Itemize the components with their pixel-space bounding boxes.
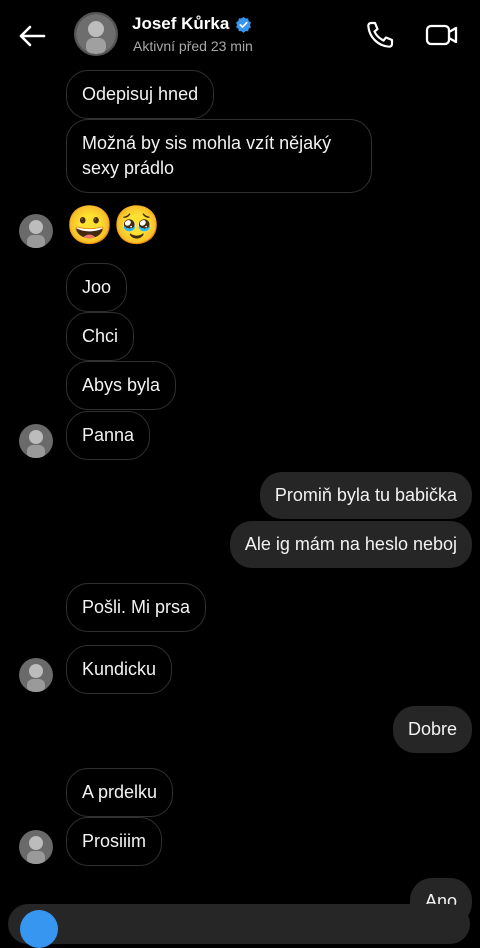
contact-name: Josef Kůrka — [132, 14, 230, 33]
camera-button[interactable] — [20, 910, 58, 948]
message-bubble-outgoing[interactable]: Ale ig mám na heslo neboj — [229, 521, 472, 568]
video-call-button[interactable] — [424, 19, 460, 51]
emoji-message[interactable]: 😀🥹 — [66, 204, 161, 248]
message-bubble-incoming[interactable]: Kundicku — [66, 645, 173, 694]
sender-avatar[interactable] — [19, 214, 53, 248]
message-bubble-incoming[interactable]: Prosiiim — [66, 817, 163, 866]
video-camera-icon — [425, 24, 458, 46]
chat-header: Josef Kůrka Aktivní před 23 min — [0, 0, 480, 68]
message-bubble-outgoing[interactable]: Promiň byla tu babička — [259, 472, 472, 519]
message-bubble-incoming[interactable]: Odepisuj hned — [66, 70, 215, 119]
sender-avatar[interactable] — [19, 830, 53, 864]
arrow-left-icon — [19, 25, 46, 47]
message-bubble-incoming[interactable]: Abys byla — [66, 361, 177, 410]
message-bubble-outgoing[interactable]: Dobre — [392, 706, 472, 753]
voice-call-button[interactable] — [364, 19, 396, 51]
active-status: Aktivní před 23 min — [133, 38, 253, 54]
contact-avatar[interactable] — [74, 12, 118, 56]
contact-name-row[interactable]: Josef Kůrka — [132, 14, 252, 34]
message-composer[interactable] — [8, 904, 470, 948]
sender-avatar[interactable] — [19, 424, 53, 458]
message-bubble-incoming[interactable]: A prdelku — [66, 768, 174, 817]
message-bubble-incoming[interactable]: Joo — [66, 263, 128, 312]
message-bubble-incoming[interactable]: Pošli. Mi prsa — [66, 583, 207, 632]
verified-badge-icon — [236, 16, 252, 33]
back-button[interactable] — [16, 20, 48, 52]
phone-icon — [367, 21, 394, 48]
message-bubble-incoming[interactable]: Chci — [66, 312, 135, 361]
message-bubble-incoming[interactable]: Panna — [66, 411, 151, 460]
sender-avatar[interactable] — [19, 658, 53, 692]
message-bubble-incoming[interactable]: Možná by sis mohla vzít nějaký sexy prád… — [66, 119, 372, 193]
